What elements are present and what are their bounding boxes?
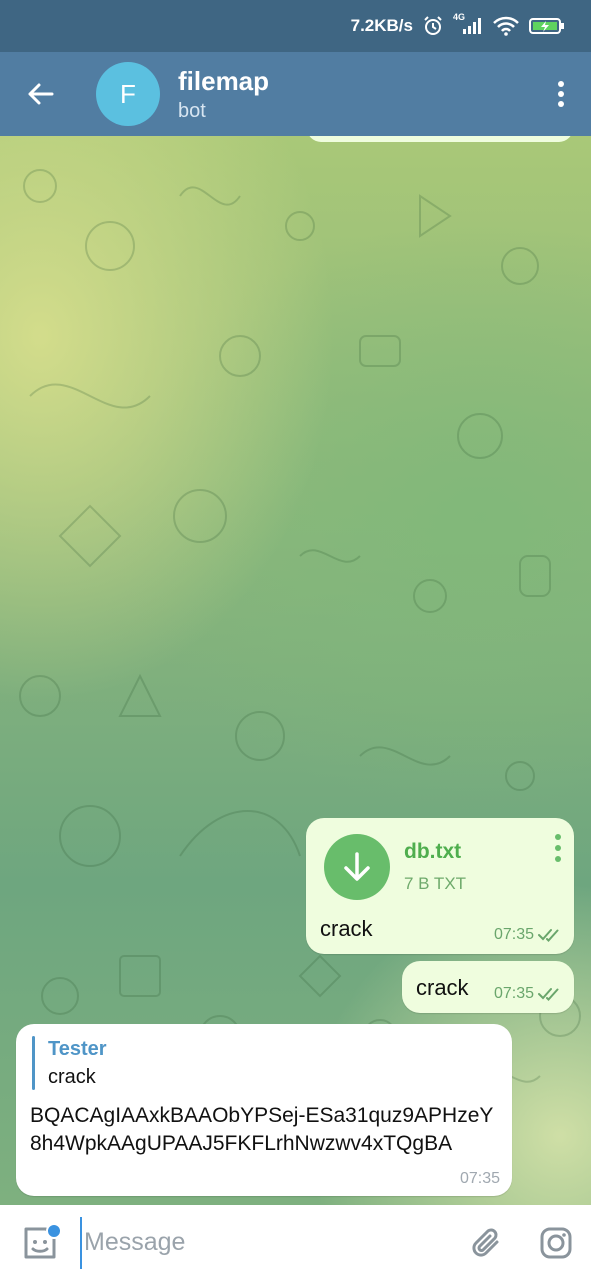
signal-icon: 4G	[453, 12, 483, 36]
back-button[interactable]	[0, 52, 80, 136]
network-type-label: 4G	[453, 12, 466, 22]
emoji-button[interactable]	[0, 1205, 80, 1280]
download-button[interactable]	[324, 834, 390, 900]
message-time: 07:35	[493, 926, 534, 943]
status-bar: 7.2KB/s 4G	[0, 0, 591, 52]
double-check-icon	[538, 988, 559, 1001]
message-text: crack	[416, 975, 469, 1000]
file-caption: crack	[320, 916, 373, 941]
reply-text[interactable]: crack	[48, 1066, 96, 1089]
more-vert-icon	[558, 81, 564, 107]
chat-subtitle: bot	[178, 99, 206, 122]
message-time: 07:35	[493, 985, 534, 1002]
camera-icon	[540, 1227, 572, 1258]
paperclip-icon	[472, 1228, 499, 1257]
outgoing-text-bubble[interactable]: crack 07:35	[402, 961, 574, 1013]
file-meta: 7 B TXT	[404, 874, 467, 893]
attach-button[interactable]	[451, 1205, 521, 1280]
file-message-bubble[interactable]: db.txt 7 B TXT crack 07:35	[306, 818, 574, 954]
chat-header: F filemap bot	[0, 52, 591, 136]
message-meta: 07:35	[494, 985, 562, 1003]
network-speed: 7.2KB/s	[350, 16, 413, 35]
reply-quote-bar	[32, 1036, 35, 1090]
message-composer	[0, 1205, 591, 1280]
back-arrow-icon	[28, 83, 54, 105]
message-input[interactable]	[80, 1216, 451, 1269]
avatar[interactable]: F	[96, 62, 160, 126]
chat-title-block[interactable]: filemap bot	[178, 66, 531, 123]
reply-author[interactable]: Tester	[48, 1038, 107, 1061]
previous-message-fragment	[307, 136, 573, 142]
more-vert-dot	[555, 856, 561, 862]
message-text: BQACAgIAAxkBAAObYPSej-ESa31quz9APHzeY8h4…	[30, 1104, 494, 1155]
notification-dot	[46, 1223, 62, 1239]
file-name[interactable]: db.txt	[404, 840, 461, 864]
more-vert-icon	[555, 834, 561, 840]
incoming-message-bubble[interactable]: Tester crack BQACAgIAAxkBAAObYPSej-ESa31…	[16, 1024, 512, 1196]
download-arrow-icon	[344, 852, 370, 881]
message-time: 07:35	[459, 1170, 500, 1187]
wifi-icon	[493, 16, 519, 36]
message-meta: 07:35	[494, 926, 562, 944]
alarm-icon	[423, 16, 443, 36]
more-options-button[interactable]	[531, 52, 591, 136]
chat-area[interactable]: db.txt 7 B TXT crack 07:35 crack 07:35 T…	[0, 136, 591, 1205]
more-vert-dot	[555, 845, 561, 851]
battery-charging-icon	[529, 16, 565, 36]
double-check-icon	[538, 929, 559, 942]
file-menu-button[interactable]	[550, 834, 566, 862]
camera-button[interactable]	[521, 1205, 591, 1280]
chat-title: filemap	[178, 65, 270, 96]
